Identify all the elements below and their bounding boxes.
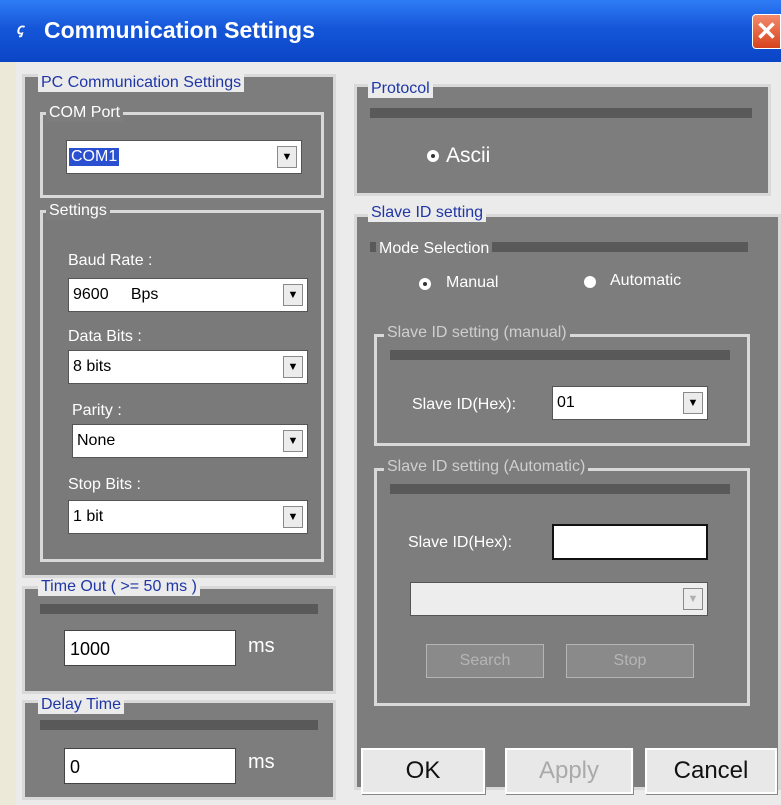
mode-selection-legend: Mode Selection (376, 240, 493, 258)
chevron-down-icon[interactable]: ▼ (683, 392, 703, 414)
parity-select[interactable]: None ▼ (72, 424, 308, 458)
chevron-down-icon[interactable]: ▼ (283, 284, 303, 306)
delay-unit: ms (248, 751, 275, 773)
timeout-input[interactable]: 1000 (64, 630, 236, 666)
com-port-legend: COM Port (46, 104, 124, 122)
slave-id-legend: Slave ID setting (368, 204, 487, 222)
baud-rate-label: Baud Rate : (68, 252, 153, 269)
slave-manual-label: Slave ID(Hex): (412, 396, 517, 413)
ascii-radio[interactable] (427, 150, 439, 162)
data-bits-label: Data Bits : (68, 328, 142, 345)
close-button[interactable]: ✕ (752, 14, 781, 49)
stop-button[interactable]: Stop (566, 644, 694, 678)
slave-auto-input[interactable] (552, 524, 708, 560)
parity-value: None (77, 432, 116, 449)
automatic-label[interactable]: Automatic (610, 272, 681, 290)
data-bits-value: 8 bits (73, 358, 112, 375)
pc-communication-legend: PC Communication Settings (38, 74, 245, 92)
ascii-label[interactable]: Ascii (446, 144, 490, 168)
chevron-down-icon[interactable]: ▼ (283, 430, 303, 452)
slave-id-value: 01 (557, 394, 575, 411)
window-title: Communication Settings (44, 17, 315, 43)
manual-label[interactable]: Manual (446, 274, 498, 292)
delay-legend: Delay Time (38, 696, 125, 714)
title-bar: ꞔ Communication Settings ✕ (0, 0, 781, 62)
baud-rate-select[interactable]: 9600 Bps ▼ (68, 278, 308, 312)
chevron-down-icon[interactable]: ▼ (277, 146, 297, 168)
timeout-unit: ms (248, 635, 275, 657)
delay-input[interactable]: 0 (64, 748, 236, 784)
app-icon: ꞔ (16, 20, 24, 38)
slave-auto-band (390, 484, 730, 494)
chevron-down-icon[interactable]: ▼ (283, 506, 303, 528)
manual-radio[interactable] (419, 278, 431, 290)
slave-id-select[interactable]: 01 ▼ (552, 386, 708, 420)
slave-auto-label: Slave ID(Hex): (408, 534, 513, 551)
stop-bits-value: 1 bit (73, 508, 104, 525)
com-port-select[interactable]: COM1 ▼ (66, 140, 302, 174)
slave-manual-legend: Slave ID setting (manual) (384, 324, 570, 342)
timeout-band (40, 604, 318, 614)
chevron-down-icon[interactable]: ▼ (283, 356, 303, 378)
delay-band (40, 720, 318, 730)
baud-rate-value: 9600 Bps (73, 286, 159, 303)
delay-value: 0 (70, 757, 81, 777)
apply-button[interactable]: Apply (505, 748, 633, 794)
protocol-group (354, 84, 771, 196)
protocol-legend: Protocol (368, 80, 433, 98)
settings-legend: Settings (46, 202, 110, 220)
com-port-value: COM1 (69, 148, 120, 166)
timeout-value: 1000 (70, 639, 111, 659)
stop-bits-select[interactable]: 1 bit ▼ (68, 500, 308, 534)
automatic-radio[interactable] (584, 276, 596, 288)
protocol-band (370, 108, 752, 118)
timeout-legend: Time Out ( >= 50 ms ) (38, 578, 200, 596)
ok-button[interactable]: OK (361, 748, 485, 794)
slave-manual-band (390, 350, 730, 360)
slave-auto-select[interactable]: ▼ (410, 582, 708, 616)
cancel-button[interactable]: Cancel (645, 748, 777, 794)
search-button[interactable]: Search (426, 644, 544, 678)
dialog-client: PC Communication Settings COM Port COM1 … (16, 62, 781, 805)
data-bits-select[interactable]: 8 bits ▼ (68, 350, 308, 384)
stop-bits-label: Stop Bits : (68, 476, 141, 493)
slave-auto-legend: Slave ID setting (Automatic) (384, 458, 589, 476)
parity-label: Parity : (72, 402, 122, 419)
chevron-down-icon[interactable]: ▼ (683, 588, 703, 610)
